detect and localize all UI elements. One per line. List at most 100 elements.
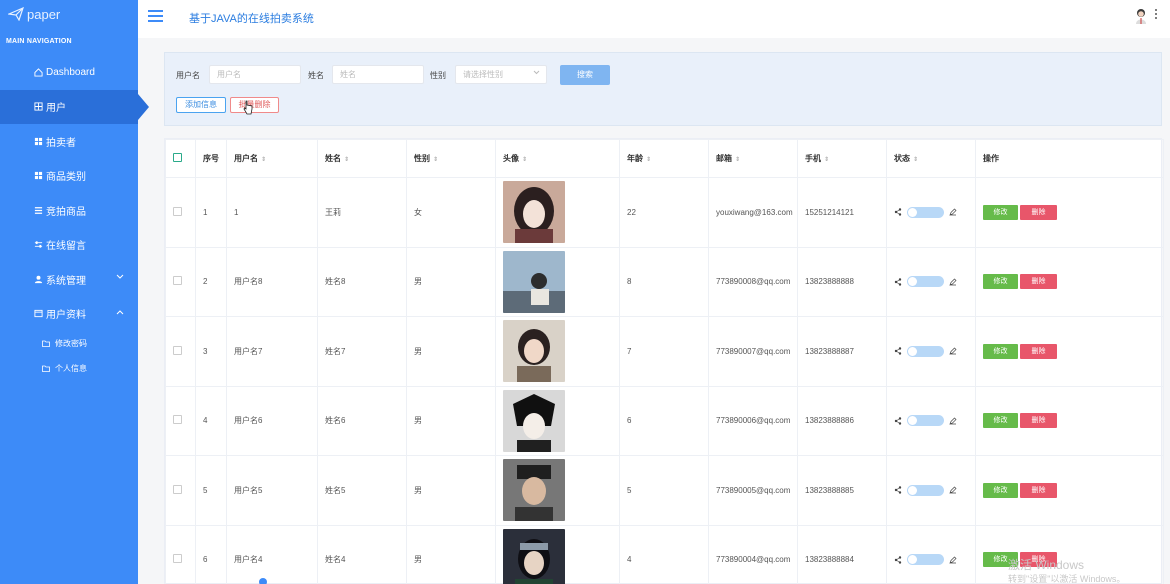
column-header[interactable]: 姓名 ⇕ (317, 139, 407, 178)
column-header[interactable]: 年龄 ⇕ (619, 139, 709, 178)
column-header[interactable]: 性别 ⇕ (406, 139, 496, 178)
table-row: 2 用户名8 姓名8 男 8 773890008@qq.com 13823888888 修改删… (165, 246, 1164, 317)
sort-icon: ⇕ (824, 157, 830, 163)
sidebar-item-auctioneers[interactable]: 拍卖者 (0, 124, 138, 159)
sidebar-subitem-change-password[interactable]: 修改密码 (0, 331, 138, 356)
sidebar-item-messages[interactable]: 在线留言 (0, 228, 138, 263)
more-vertical-icon[interactable] (1155, 9, 1158, 23)
row-checkbox[interactable] (173, 554, 182, 564)
data-table: 序号 用户名 ⇕ 姓名 ⇕ 性别 ⇕ 头像 ⇕ 年龄 ⇕ 邮箱 ⇕ 手机 ⇕ 状态 ⇕ 操作 1… (164, 138, 1164, 584)
email-text: 773890005@qq.com (716, 485, 791, 495)
edit-button[interactable]: 修改 (983, 413, 1018, 429)
cell-age: 8 (619, 246, 709, 317)
top-bar: 基于JAVA的在线拍卖系统 (138, 0, 1170, 38)
status-toggle[interactable] (907, 345, 944, 357)
cell-email: youxiwang@163.com (708, 177, 798, 248)
sort-icon: ⇕ (913, 157, 919, 163)
edit-button[interactable]: 修改 (983, 482, 1018, 498)
status-toggle[interactable] (907, 484, 944, 496)
share-icon (894, 486, 902, 494)
column-header[interactable]: 状态 ⇕ (886, 139, 976, 178)
table-row: 3 用户名7 姓名7 男 7 773890007@qq.com 13823888887 修改删… (165, 316, 1164, 387)
row-checkbox[interactable] (173, 345, 182, 355)
row-checkbox[interactable] (173, 415, 182, 425)
edit-pencil-icon[interactable] (949, 486, 957, 494)
sidebar-nav: Dashboard 用户 拍卖者 商品类别 竞拍商品 在线留言 系统管理 用户资… (0, 55, 149, 381)
cell-gender: 女 (406, 177, 496, 248)
cell-status (886, 177, 976, 248)
column-header[interactable]: 手机 ⇕ (797, 139, 887, 178)
share-icon (894, 278, 902, 286)
avatar-photo (503, 181, 565, 244)
hamburger-menu-icon[interactable] (148, 10, 163, 22)
username-input[interactable]: 用户名 (209, 65, 301, 84)
sidebar-item-users[interactable]: 用户 (0, 89, 149, 124)
cell-phone: 13823888886 (797, 385, 887, 456)
email-text: 773890008@qq.com (716, 277, 791, 287)
row-checkbox[interactable] (173, 484, 182, 494)
name-label: 姓名 (308, 71, 324, 80)
chevron-down-icon (533, 70, 540, 75)
column-header[interactable]: 头像 ⇕ (495, 139, 620, 178)
add-info-button[interactable]: 添加信息 (176, 97, 226, 113)
sidebar-item-label: 竞拍商品 (46, 206, 86, 218)
sidebar-item-label: 拍卖者 (46, 137, 76, 149)
delete-button[interactable]: 删除 (1020, 413, 1057, 429)
cell-email: 773890004@qq.com (708, 524, 798, 584)
cell-age: 7 (619, 316, 709, 387)
edit-button[interactable]: 修改 (983, 343, 1018, 359)
cell-phone: 13823888885 (797, 455, 887, 526)
delete-button[interactable]: 删除 (1020, 204, 1057, 220)
edit-pencil-icon[interactable] (949, 347, 957, 355)
avatar-photo (503, 459, 565, 522)
row-checkbox[interactable] (173, 206, 182, 216)
avatar[interactable] (1134, 8, 1148, 24)
delete-button[interactable]: 删除 (1020, 482, 1057, 498)
cell-avatar (495, 177, 620, 248)
edit-pencil-icon[interactable] (949, 556, 957, 564)
sidebar-item-auction-goods[interactable]: 竞拍商品 (0, 193, 138, 228)
avatar-photo (503, 250, 565, 313)
cell-gender: 男 (406, 455, 496, 526)
page-title: 基于JAVA的在线拍卖系统 (189, 13, 314, 25)
delete-button[interactable]: 删除 (1020, 343, 1057, 359)
status-toggle[interactable] (907, 415, 944, 427)
column-header: 序号 (195, 139, 227, 178)
search-button[interactable]: 搜索 (560, 65, 610, 85)
sidebar-item-system[interactable]: 系统管理 (0, 262, 138, 297)
cell-email: 773890006@qq.com (708, 385, 798, 456)
logo[interactable]: paper (8, 5, 60, 23)
status-toggle[interactable] (907, 276, 944, 288)
cell-name: 姓名6 (317, 385, 407, 456)
edit-pencil-icon[interactable] (949, 417, 957, 425)
column-header[interactable]: 邮箱 ⇕ (708, 139, 798, 178)
gender-select[interactable]: 请选择性别 (455, 65, 547, 84)
cell-no: 3 (195, 316, 227, 387)
cell-username: 1 (226, 177, 318, 248)
cell-email: 773890007@qq.com (708, 316, 798, 387)
sliders-icon (34, 241, 43, 248)
delete-button[interactable]: 删除 (1020, 274, 1057, 290)
batch-delete-button[interactable]: 批量删除 (230, 97, 279, 113)
edit-button[interactable]: 修改 (983, 274, 1018, 290)
column-header[interactable]: 用户名 ⇕ (226, 139, 318, 178)
cell-no: 2 (195, 246, 227, 317)
sidebar-item-profile[interactable]: 用户资料 (0, 297, 138, 332)
row-checkbox[interactable] (173, 276, 182, 286)
sidebar-item-label: 系统管理 (46, 275, 86, 287)
share-icon (894, 556, 902, 564)
edit-pencil-icon[interactable] (949, 208, 957, 216)
cell-gender: 男 (406, 524, 496, 584)
status-toggle[interactable] (907, 206, 944, 218)
sidebar-subitem-personal-info[interactable]: 个人信息 (0, 356, 138, 381)
name-input[interactable]: 姓名 (332, 65, 424, 84)
edit-pencil-icon[interactable] (949, 278, 957, 286)
select-all-checkbox[interactable] (173, 153, 182, 162)
sidebar-item-dashboard[interactable]: Dashboard (0, 55, 138, 90)
sidebar-item-categories[interactable]: 商品类别 (0, 159, 138, 194)
status-toggle[interactable] (907, 554, 944, 566)
edit-button[interactable]: 修改 (983, 204, 1018, 220)
share-icon (894, 347, 902, 355)
cell-age: 22 (619, 177, 709, 248)
sidebar-item-label: 商品类别 (46, 172, 86, 184)
